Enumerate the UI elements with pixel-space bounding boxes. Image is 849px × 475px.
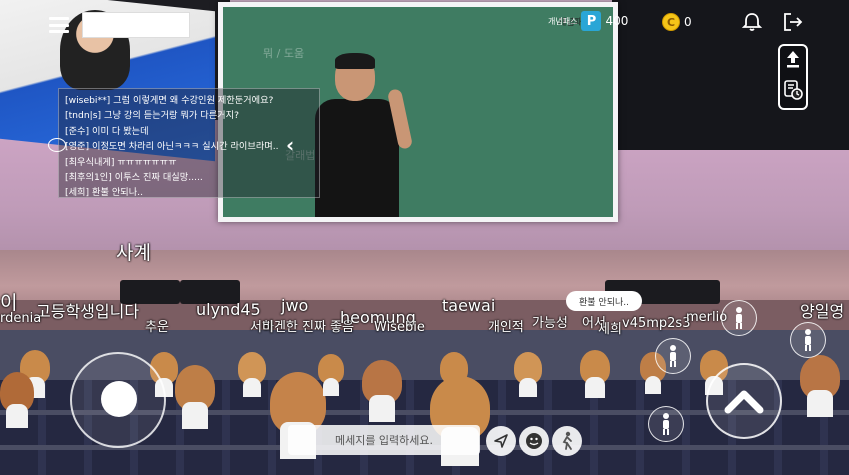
send-icon (494, 434, 508, 448)
pose-button[interactable] (552, 426, 582, 456)
chat-message: [tndn|s] 그냥 강의 듣는거랑 뭐가 다른거지? (65, 110, 239, 122)
upload-icon[interactable] (784, 49, 802, 73)
avatar (0, 372, 34, 428)
emoji-button[interactable] (519, 426, 549, 456)
right-dark-wall (612, 0, 849, 150)
avatar-pose-icon (663, 413, 669, 435)
avatar-action-button[interactable] (790, 322, 826, 358)
avatar (514, 352, 542, 397)
avatar-pose-icon (805, 329, 811, 351)
teacher-hair (335, 53, 375, 69)
user-nickname: 추운 (145, 320, 169, 335)
avatar (238, 352, 266, 397)
jump-button[interactable] (706, 363, 782, 439)
smiley-icon (526, 433, 542, 449)
send-button[interactable] (486, 426, 516, 456)
user-nickname: 사계 (116, 242, 151, 264)
chat-message: [최우식내게] ㅠㅠㅠㅠㅠㅠㅠ (65, 156, 177, 168)
user-nickname: 양일영 (800, 302, 845, 321)
avatar (362, 360, 402, 422)
collapse-chat-icon[interactable]: ‹ (286, 133, 294, 157)
points-value: 400 (605, 14, 629, 28)
user-nickname: 가능성 (532, 316, 568, 331)
chevron-up-icon (724, 390, 764, 414)
user-nickname: 고등학생입니다 (36, 302, 140, 321)
user-nickname: 개인적 (488, 320, 524, 335)
coin-icon: C (662, 13, 680, 31)
avatar-action-button[interactable] (648, 406, 684, 442)
user-nickname: v45mp2s3 (622, 316, 691, 331)
user-nickname: rdenia (0, 311, 42, 326)
user-nickname: Wisebie (374, 320, 425, 335)
chat-message: [영준] 이정도면 차라리 아닌ㅋㅋㅋ 실시간 라이브라며.. (65, 141, 279, 153)
menu-icon[interactable] (49, 17, 69, 33)
user-nickname: 세희 (598, 322, 622, 337)
bell-icon[interactable] (741, 11, 763, 33)
side-tool-panel (778, 44, 808, 110)
room-title-box (82, 12, 190, 38)
points-display: 개념패스 P 400 (548, 11, 628, 31)
coins-value: 0 (684, 15, 692, 29)
avatar (318, 354, 344, 396)
avatar-action-button[interactable] (721, 300, 757, 336)
chat-bubble-icon[interactable] (48, 138, 66, 152)
speech-bubble: 환불 안되나.. (566, 291, 642, 311)
user-nickname: taewai (442, 296, 496, 315)
teacher-body (315, 99, 399, 217)
exit-icon[interactable] (782, 11, 804, 33)
record-icon[interactable] (783, 79, 803, 105)
message-input[interactable]: 메세지를 입력하세요. (288, 425, 480, 455)
avatar-action-button[interactable] (655, 338, 691, 374)
chat-message: [세희] 환불 안되나.. (65, 187, 144, 199)
chalk-text: 뭐 / 도움 (263, 47, 305, 60)
pose-icon (562, 431, 572, 450)
joystick-knob[interactable] (101, 381, 137, 417)
avatar (580, 350, 610, 398)
avatar-pose-icon (670, 345, 676, 367)
coins-display: C 0 (662, 13, 692, 31)
points-icon: P (581, 11, 602, 31)
chat-message: [최후의1인] 이투스 진짜 대실망..... (65, 172, 203, 184)
chat-message: [준수] 이미 다 봤는데 (65, 125, 149, 137)
brand-label: 개념패스 (548, 16, 578, 26)
user-nickname: jwo (281, 296, 309, 315)
speaker-right-2 (660, 280, 720, 304)
chat-message: [wisebi**] 그럼 이렇게면 왜 수강인원 제한둔거에요? (65, 95, 274, 106)
chat-log: [wisebi**] 그럼 이렇게면 왜 수강인원 제한둔거에요? [tndn|… (58, 88, 320, 198)
avatar (800, 355, 840, 417)
avatar (175, 365, 215, 430)
avatar-pose-icon (736, 307, 742, 329)
